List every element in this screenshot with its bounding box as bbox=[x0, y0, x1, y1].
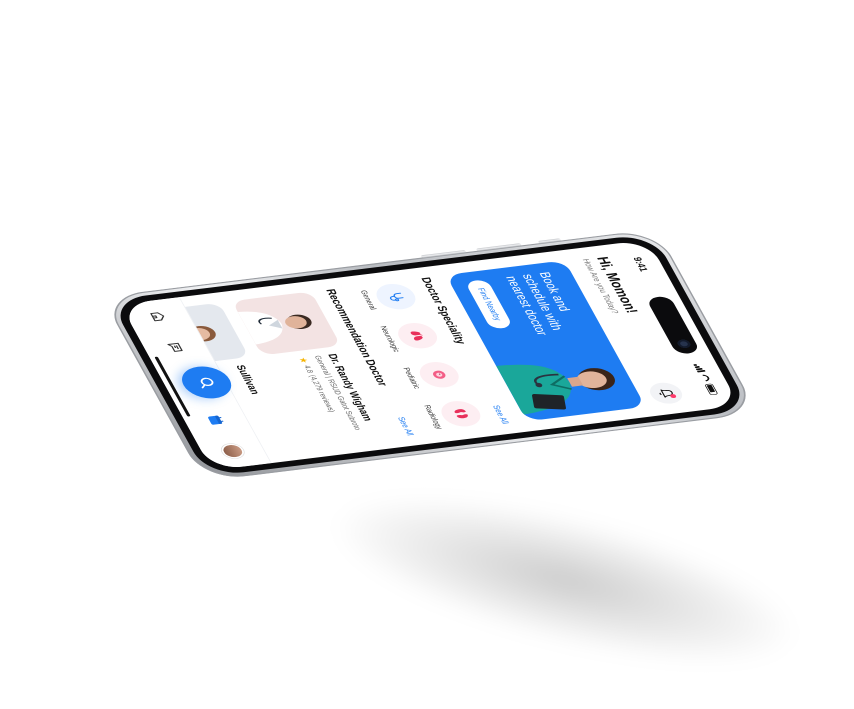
baby-icon bbox=[433, 370, 446, 379]
search-icon bbox=[200, 377, 214, 389]
tab-chat[interactable] bbox=[154, 335, 198, 361]
speciality-see-all-link[interactable]: See All bbox=[491, 405, 511, 425]
battery-icon bbox=[704, 383, 719, 396]
device-mockup-stage: 9:41 Hi, Momon! How Are you Today? Book … bbox=[0, 0, 854, 709]
stethoscope-icon bbox=[389, 292, 404, 302]
profile-avatar bbox=[218, 442, 248, 460]
speciality-item-neurologic[interactable]: Neurologic bbox=[376, 317, 445, 357]
status-icons bbox=[693, 363, 719, 396]
speciality-icon-wrap bbox=[435, 399, 487, 429]
notification-button[interactable] bbox=[645, 381, 687, 406]
speciality-item-general[interactable]: General bbox=[354, 278, 423, 318]
action-button bbox=[537, 238, 562, 244]
doctor-photo bbox=[231, 291, 342, 356]
calendar-icon bbox=[207, 415, 224, 425]
wifi-icon bbox=[699, 374, 711, 383]
phone-bezel: 9:41 Hi, Momon! How Are you Today? Book … bbox=[109, 233, 751, 477]
speciality-label: General bbox=[358, 289, 378, 311]
signal-icon bbox=[693, 363, 706, 373]
tab-profile[interactable] bbox=[211, 438, 255, 464]
find-nearby-button[interactable]: Find Nearby bbox=[464, 279, 514, 330]
chat-icon bbox=[167, 343, 183, 353]
doctor-portrait-image bbox=[237, 311, 312, 345]
phone-shadow bbox=[322, 464, 808, 696]
speciality-item-radiology[interactable]: Radiology bbox=[419, 395, 488, 435]
lungs-icon bbox=[410, 331, 423, 341]
speciality-icon-wrap bbox=[392, 320, 443, 351]
star-icon: ★ bbox=[296, 356, 311, 364]
speciality-item-pediatric[interactable]: Pediatric bbox=[397, 356, 466, 396]
doctor-illustration bbox=[496, 364, 615, 415]
recommendation-see-all-link[interactable]: See All bbox=[396, 416, 416, 436]
speciality-icon-wrap bbox=[414, 360, 465, 390]
status-time: 9:41 bbox=[630, 256, 651, 273]
doctor-name: Sullivan bbox=[233, 364, 263, 395]
rating-value: 4.8 bbox=[301, 364, 315, 374]
app-screen: 9:41 Hi, Momon! How Are you Today? Book … bbox=[120, 239, 740, 471]
dynamic-island bbox=[645, 295, 701, 355]
home-icon bbox=[150, 312, 165, 322]
tab-home[interactable] bbox=[136, 304, 180, 330]
speciality-icon-wrap bbox=[370, 281, 422, 312]
phone-frame: 9:41 Hi, Momon! How Are you Today? Book … bbox=[101, 228, 759, 482]
camera-icon bbox=[675, 339, 693, 349]
kidney-icon bbox=[454, 409, 468, 419]
tab-calendar[interactable] bbox=[194, 407, 238, 433]
speciality-label: Pediatric bbox=[400, 367, 422, 390]
